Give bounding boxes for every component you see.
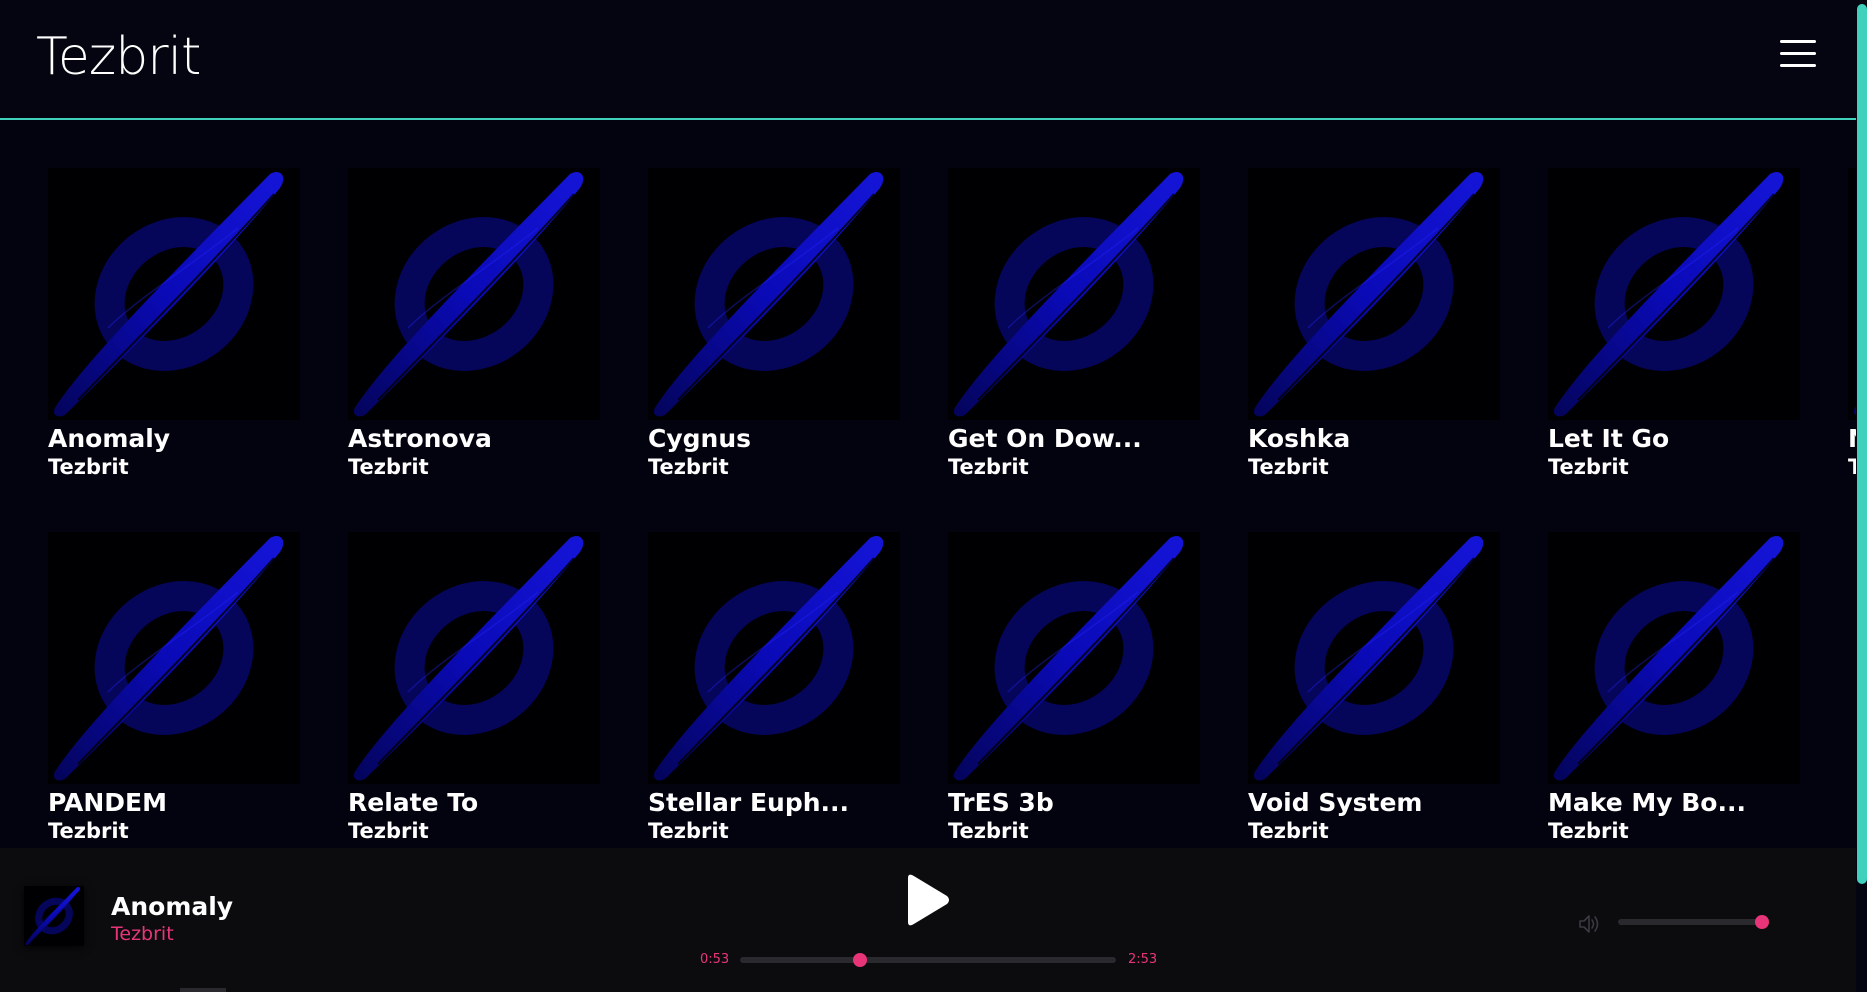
album-cover [1248,532,1500,784]
track-artist: Tezbrit [48,455,129,479]
scrollbar[interactable] [1856,0,1867,992]
album-cover [348,532,600,784]
track-artist: Tezbrit [348,819,429,843]
track-artist: Tezbrit [948,455,1029,479]
track-title: Stellar Euph... [648,788,850,817]
track-artist: Tezbrit [1548,455,1629,479]
track-card[interactable]: Astronova Tezbrit [348,168,608,498]
track-title: Let It Go [1548,424,1670,453]
track-card[interactable]: Let It Go Tezbrit [1548,168,1808,498]
top-header: Tezbrit [0,0,1856,120]
play-button[interactable] [900,872,952,928]
album-cover [1548,532,1800,784]
album-cover [648,168,900,420]
album-cover [48,168,300,420]
now-playing-title[interactable]: Anomaly [111,892,233,922]
track-card[interactable]: Relate To Tezbrit [348,532,608,848]
speaker-icon[interactable] [1578,913,1602,935]
album-cover [948,168,1200,420]
track-artist: Tezbrit [1248,819,1329,843]
album-cover [1248,168,1500,420]
app-logo[interactable]: Tezbrit [36,24,201,90]
track-artist: Tezbrit [648,455,729,479]
track-card[interactable]: Cygnus Tezbrit [648,168,908,498]
album-cover [948,532,1200,784]
track-title: Void System [1248,788,1423,817]
album-cover [348,168,600,420]
now-playing-cover[interactable] [24,886,84,946]
track-title: Get On Dow... [948,424,1142,453]
track-title: Make My Bo... [1548,788,1746,817]
track-card[interactable]: Koshka Tezbrit [1248,168,1508,498]
album-cover [648,532,900,784]
total-time: 2:53 [1128,952,1158,967]
music-app: Tezbrit Anomaly Tezbrit Astronova Tezbri… [0,0,1867,992]
volume-slider[interactable] [1618,915,1769,929]
menu-line [1780,40,1816,43]
divider [180,988,226,992]
track-card[interactable]: Anomaly Tezbrit [48,168,308,498]
track-card[interactable]: Void System Tezbrit [1248,532,1508,848]
volume-knob[interactable] [1755,915,1769,929]
track-artist: Tezbrit [48,819,129,843]
track-artist: Tezbrit [348,455,429,479]
menu-line [1780,64,1816,67]
track-card[interactable]: PANDEM Tezbrit [48,532,308,848]
track-artist: Tezbrit [648,819,729,843]
progress-slider[interactable] [740,953,1116,967]
track-artist: Tezbrit [1248,455,1329,479]
scrollbar-thumb[interactable] [1857,4,1867,884]
album-cover [48,532,300,784]
track-artist: Tezbrit [1548,819,1629,843]
track-title: Astronova [348,424,492,453]
track-artist: Tezbrit [948,819,1029,843]
track-title: Koshka [1248,424,1351,453]
progress-knob[interactable] [853,953,868,967]
album-cover [1548,168,1800,420]
track-title: TrES 3b [948,788,1054,817]
track-title: Relate To [348,788,479,817]
player-bar: Anomaly Tezbrit 0:53 2:53 [0,848,1856,992]
track-card[interactable]: TrES 3b Tezbrit [948,532,1208,848]
track-title: Anomaly [48,424,171,453]
play-icon [908,874,949,926]
track-card[interactable]: Stellar Euph... Tezbrit [648,532,908,848]
current-time: 0:53 [700,952,730,967]
track-title: Cygnus [648,424,752,453]
track-card[interactable]: Make My Bo... Tezbrit [1548,532,1808,848]
track-grid: Anomaly Tezbrit Astronova Tezbrit Cygnus… [48,168,1867,848]
menu-line [1780,52,1816,55]
hamburger-menu-icon[interactable] [1780,40,1818,74]
now-playing-artist[interactable]: Tezbrit [111,922,174,946]
track-title: PANDEM [48,788,168,817]
track-card[interactable]: Get On Dow... Tezbrit [948,168,1208,498]
